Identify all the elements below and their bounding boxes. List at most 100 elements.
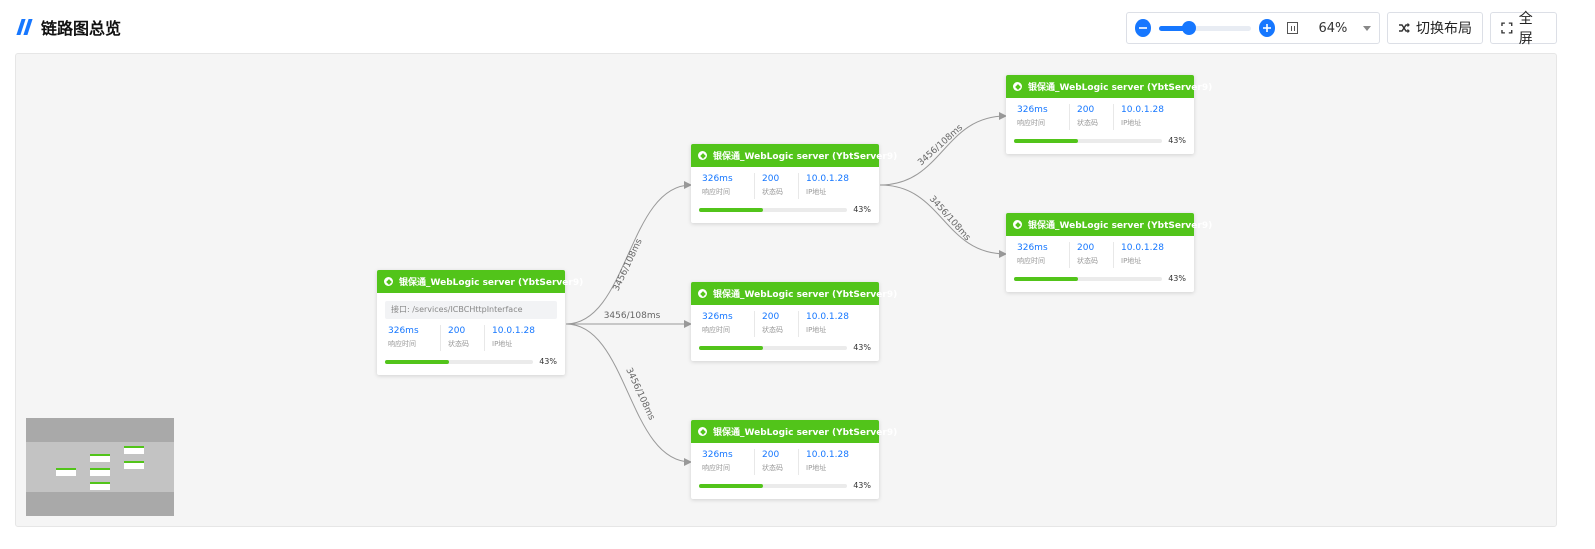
ip-address-label: IP地址 (1121, 119, 1142, 127)
zoom-level-value: 64% (1318, 20, 1348, 36)
status-code-stat: 200 状态码 (1070, 104, 1114, 130)
response-time-stat: 326ms 响应时间 (695, 449, 755, 475)
edge-mid-top-to-right-top[interactable] (879, 112, 1007, 186)
ip-address-value: 10.0.1.28 (492, 326, 535, 336)
node-stats: 326ms 响应时间 200 状态码 10.0.1.28 IP地址 (377, 319, 565, 351)
progress-track (699, 483, 848, 488)
service-node[interactable]: 银保通_WebLogic server (YbtServer9) 326ms 响应… (1006, 75, 1212, 154)
status-code-stat: 200 状态码 (755, 173, 799, 199)
response-time-label: 响应时间 (1017, 119, 1045, 127)
zoom-slider[interactable] (1159, 21, 1251, 35)
zoom-slider-handle[interactable] (1181, 21, 1196, 35)
fullscreen-label: 全屏 (1518, 11, 1533, 47)
edge-label: 3456/108ms (612, 237, 645, 293)
cube-icon (698, 427, 707, 436)
topology-canvas[interactable]: 3456/108ms 3456/108ms 3456/108ms 3456/10… (15, 53, 1557, 527)
response-time-stat: 326ms 响应时间 (1010, 242, 1070, 268)
service-node[interactable]: 银保通_WebLogic server (YbtServer9) 326ms 响应… (691, 420, 897, 499)
title-accent-icon (16, 18, 34, 36)
zoom-dropdown-chevron-down-icon[interactable] (1363, 25, 1371, 31)
status-code-label: 状态码 (1077, 257, 1098, 265)
progress-value: 43% (853, 343, 871, 352)
progress-value: 43% (1168, 136, 1186, 145)
response-time-value: 326ms (1017, 243, 1048, 253)
response-time-stat: 326ms 响应时间 (381, 325, 441, 351)
database-icon (698, 289, 707, 298)
minimap-node (124, 446, 144, 454)
minimap[interactable] (26, 418, 174, 516)
progress-track (699, 345, 848, 350)
edge-mid-top-to-right-bottom[interactable] (879, 184, 1007, 258)
progress-track (1014, 276, 1163, 281)
status-code-stat: 200 状态码 (441, 325, 485, 351)
status-code-value: 200 (762, 312, 780, 322)
progress-fill (699, 207, 763, 212)
service-node[interactable]: 银保通_WebLogic server (YbtServer9) 326ms 响应… (691, 282, 897, 361)
node-header: 银保通_WebLogic server (YbtServer9) (1006, 75, 1212, 98)
ip-address-value: 10.0.1.28 (806, 312, 849, 322)
status-code-value: 200 (448, 326, 466, 336)
edge-label: 3456/108ms (916, 123, 965, 168)
progress-value: 43% (539, 357, 557, 366)
switch-layout-button[interactable]: 切换布局 (1387, 12, 1483, 44)
node-progress: 43% (1006, 268, 1194, 292)
status-code-value: 200 (1077, 105, 1095, 115)
node-title: 银保通_WebLogic server (YbtServer9) (713, 152, 898, 162)
ip-address-value: 10.0.1.28 (806, 450, 849, 460)
node-stats: 326ms 响应时间 200 状态码 10.0.1.28 IP地址 (691, 167, 879, 199)
node-title: 银保通_WebLogic server (YbtServer9) (1028, 83, 1213, 93)
ip-address-value: 10.0.1.28 (806, 174, 849, 184)
node-stats: 326ms 响应时间 200 状态码 10.0.1.28 IP地址 (1006, 98, 1194, 130)
switch-layout-label: 切换布局 (1416, 21, 1472, 37)
minimap-node (56, 468, 76, 476)
minimap-node (90, 468, 110, 476)
progress-track (1014, 138, 1163, 143)
response-time-stat: 326ms 响应时间 (695, 173, 755, 199)
cube-icon (1013, 82, 1022, 91)
progress-value: 43% (853, 481, 871, 490)
edge-root-to-mid-bottom[interactable] (565, 323, 692, 466)
node-header: 银保通_WebLogic server (YbtServer9) (377, 270, 583, 293)
ip-address-stat: 10.0.1.28 IP地址 (485, 325, 542, 351)
fit-view-icon[interactable] (1287, 22, 1299, 34)
progress-fill (385, 359, 449, 364)
minimap-node (124, 461, 144, 469)
zoom-control: 64% (1126, 12, 1380, 44)
node-stats: 326ms 响应时间 200 状态码 10.0.1.28 IP地址 (691, 305, 879, 337)
progress-fill (1014, 138, 1078, 143)
response-time-stat: 326ms 响应时间 (695, 311, 755, 337)
service-node[interactable]: 银保通_WebLogic server (YbtServer9) 接口: /se… (377, 270, 583, 375)
service-node[interactable]: 银保通_WebLogic server (YbtServer9) 326ms 响应… (691, 144, 897, 223)
node-stats: 326ms 响应时间 200 状态码 10.0.1.28 IP地址 (691, 443, 879, 475)
fullscreen-icon (1501, 22, 1513, 34)
progress-fill (699, 483, 763, 488)
plus-icon (1263, 24, 1272, 32)
ip-address-stat: 10.0.1.28 IP地址 (1114, 104, 1171, 130)
fullscreen-button[interactable]: 全屏 (1490, 11, 1557, 47)
response-time-label: 响应时间 (702, 188, 730, 196)
page-header: 链路图总览 (16, 12, 121, 42)
shuffle-icon (1399, 23, 1410, 33)
node-title: 银保通_WebLogic server (YbtServer9) (713, 428, 898, 438)
node-progress: 43% (691, 475, 879, 499)
zoom-out-button[interactable] (1135, 19, 1152, 37)
page-title: 链路图总览 (41, 19, 122, 38)
status-code-label: 状态码 (1077, 119, 1098, 127)
response-time-value: 326ms (702, 312, 733, 322)
cube-icon (698, 151, 707, 160)
response-time-label: 响应时间 (388, 340, 416, 348)
database-icon (1013, 220, 1022, 229)
ip-address-label: IP地址 (806, 188, 827, 196)
zoom-in-button[interactable] (1258, 19, 1276, 37)
progress-value: 43% (1168, 274, 1186, 283)
ip-address-stat: 10.0.1.28 IP地址 (799, 449, 856, 475)
service-node[interactable]: 银保通_WebLogic server (YbtServer9) 326ms 响应… (1006, 213, 1212, 292)
node-title: 银保通_WebLogic server (YbtServer9) (713, 290, 898, 300)
ip-address-value: 10.0.1.28 (1121, 243, 1164, 253)
edge-label: 3456/108ms (927, 194, 972, 243)
ip-address-stat: 10.0.1.28 IP地址 (799, 311, 856, 337)
status-code-value: 200 (762, 174, 780, 184)
node-progress: 43% (691, 337, 879, 361)
ip-address-stat: 10.0.1.28 IP地址 (1114, 242, 1171, 268)
ip-address-value: 10.0.1.28 (1121, 105, 1164, 115)
